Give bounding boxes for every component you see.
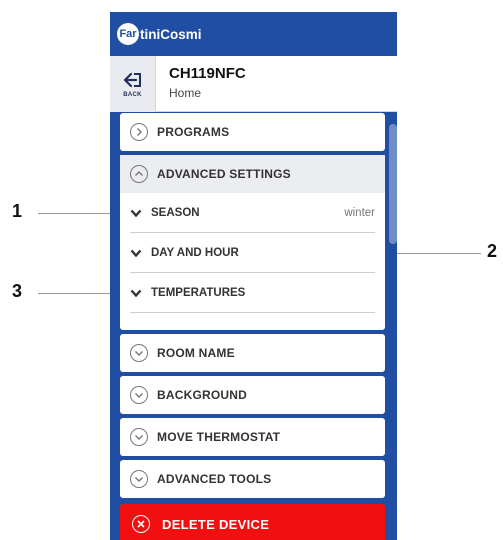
brand-logo: Far tiniCosmi [117, 23, 202, 45]
day-and-hour-label: DAY AND HOUR [151, 247, 239, 259]
logo-text: tiniCosmi [140, 26, 202, 42]
menu-item-move-thermostat[interactable]: MOVE THERMOSTAT [120, 418, 385, 456]
app-screen: Far tiniCosmi BACK CH119NFC Home PROGRAM… [110, 12, 397, 540]
temperatures-label: TEMPERATURES [151, 287, 246, 299]
chevron-down-icon [130, 470, 148, 488]
callout-number-2: 2 [487, 241, 498, 261]
device-name: CH119NFC [169, 65, 246, 82]
menu-item-advanced-tools[interactable]: ADVANCED TOOLS [120, 460, 385, 498]
menu-label-advanced-tools: ADVANCED TOOLS [157, 472, 272, 486]
sub-item-temperatures[interactable]: TEMPERATURES [120, 273, 385, 313]
callout-number-1: 1 [12, 201, 23, 221]
chevron-down-icon [130, 249, 142, 257]
delete-device-label: DELETE DEVICE [162, 516, 270, 532]
menu-label-background: BACKGROUND [157, 388, 247, 402]
callout-number-3: 3 [12, 281, 23, 301]
menu-item-room-name[interactable]: ROOM NAME [120, 334, 385, 372]
sub-item-season[interactable]: SEASON winter [120, 193, 385, 233]
back-arrow-icon [123, 72, 141, 87]
device-bar: BACK CH119NFC Home [110, 56, 397, 112]
advanced-settings-header[interactable]: ADVANCED SETTINGS [120, 155, 385, 193]
chevron-down-icon [130, 209, 142, 217]
menu-item-programs[interactable]: PROGRAMS [120, 113, 385, 151]
season-label: SEASON [151, 207, 200, 219]
close-circle-icon [132, 515, 150, 533]
scrollbar[interactable] [389, 124, 397, 244]
advanced-settings-label: ADVANCED SETTINGS [157, 167, 291, 181]
delete-device-button[interactable]: DELETE DEVICE [120, 504, 385, 540]
device-location: Home [169, 86, 202, 100]
logo-badge: Far [117, 23, 139, 45]
chevron-right-icon [130, 123, 148, 141]
chevron-up-icon [130, 165, 148, 183]
chevron-down-icon [130, 386, 148, 404]
chevron-down-icon [130, 428, 148, 446]
app-header: Far tiniCosmi [110, 12, 397, 56]
back-label: BACK [123, 91, 142, 98]
sub-item-day-and-hour[interactable]: DAY AND HOUR [120, 233, 385, 273]
chevron-down-icon [130, 289, 142, 297]
menu-item-background[interactable]: BACKGROUND [120, 376, 385, 414]
menu-label-programs: PROGRAMS [157, 125, 230, 139]
menu-label-move-thermostat: MOVE THERMOSTAT [157, 430, 281, 444]
menu-label-room-name: ROOM NAME [157, 346, 235, 360]
chevron-down-icon [130, 344, 148, 362]
menu-section-advanced-settings: ADVANCED SETTINGS SEASON winter DAY AND … [120, 155, 385, 330]
divider [130, 312, 375, 313]
back-button[interactable]: BACK [110, 56, 156, 112]
season-value: winter [344, 207, 375, 219]
